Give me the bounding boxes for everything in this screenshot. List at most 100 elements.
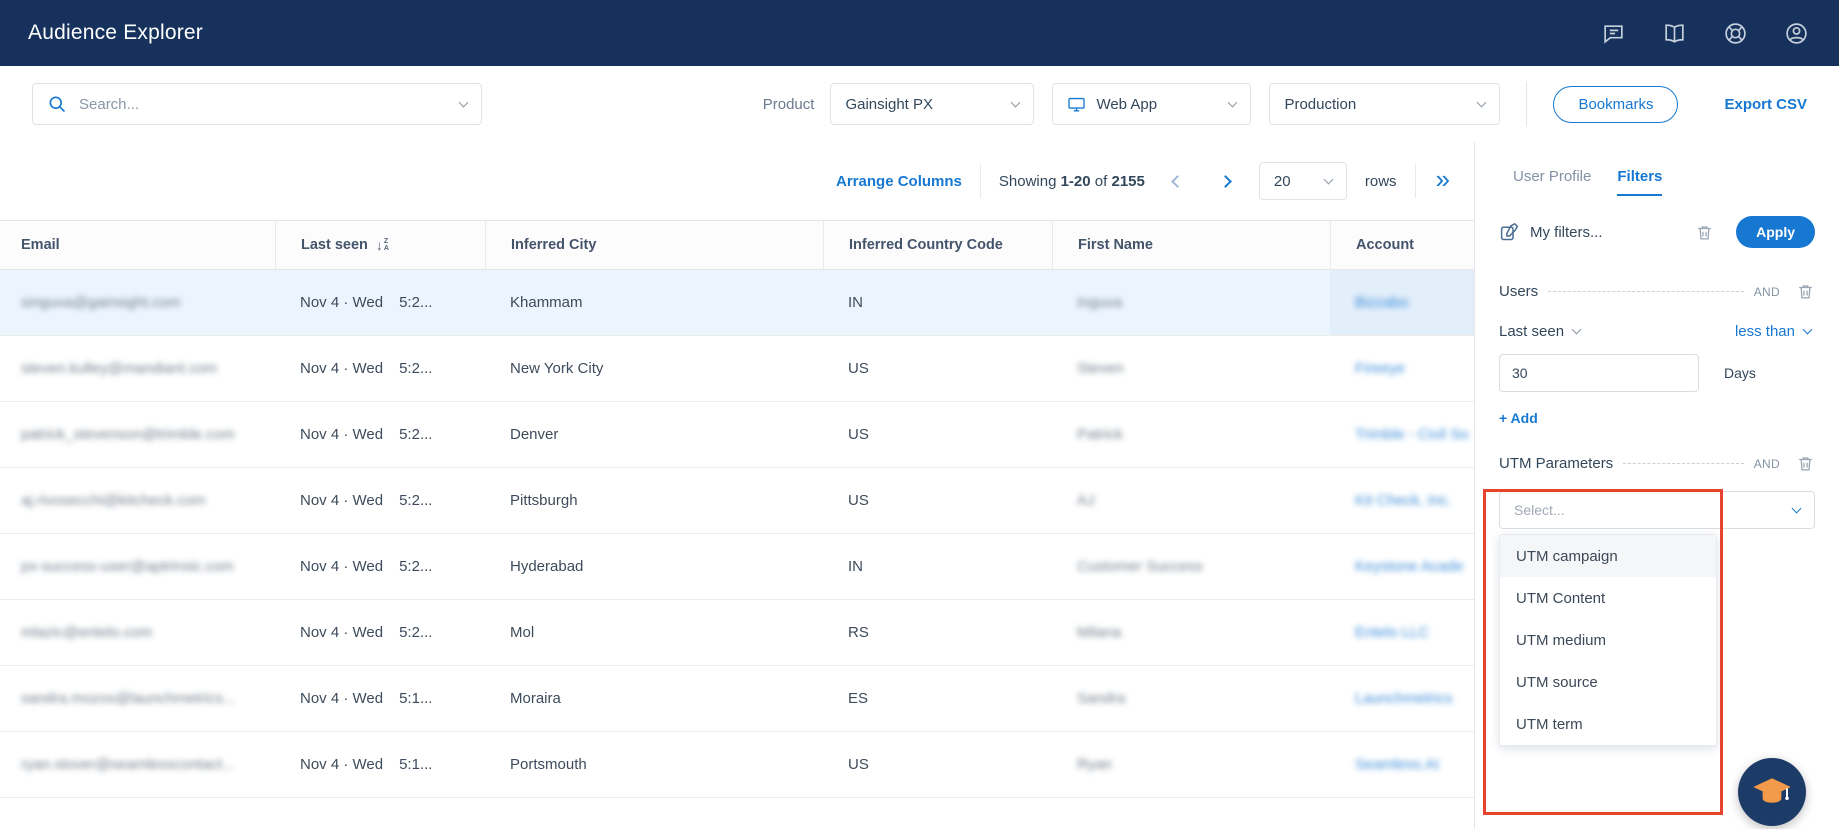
inferred-city-value: Hyderabad bbox=[485, 534, 823, 599]
last-seen-date: Nov 4 · Wed bbox=[300, 294, 383, 311]
email-value: px-success-user@aptrinsic.com bbox=[21, 558, 234, 575]
chevron-down-icon bbox=[1803, 325, 1813, 335]
sort-desc-icon[interactable]: ↓ZA bbox=[376, 237, 389, 253]
account-link[interactable]: Fireeye bbox=[1355, 360, 1405, 377]
my-filters-row: My filters... Apply bbox=[1499, 216, 1815, 248]
tab-user-profile[interactable]: User Profile bbox=[1513, 168, 1591, 196]
table-row[interactable]: singuva@gainsight.com Nov 4 · Wed 5:2...… bbox=[0, 270, 1474, 336]
column-header-inferred-city[interactable]: Inferred City bbox=[485, 221, 823, 269]
column-header-last-seen[interactable]: Last seen ↓ZA bbox=[275, 221, 485, 269]
account-link[interactable]: Seamless.AI bbox=[1355, 756, 1439, 773]
community-icon[interactable] bbox=[1723, 21, 1748, 46]
delete-users-group-icon[interactable] bbox=[1796, 282, 1815, 301]
account-link[interactable]: Trimble - Civil So bbox=[1355, 426, 1469, 443]
bookmarks-button[interactable]: Bookmarks bbox=[1553, 86, 1678, 123]
profile-icon[interactable] bbox=[1784, 21, 1809, 46]
utm-field-select[interactable]: Select... bbox=[1499, 491, 1815, 529]
last-seen-time: 5:2... bbox=[399, 624, 432, 641]
chevron-down-icon bbox=[1477, 97, 1487, 107]
unit-label: Days bbox=[1724, 365, 1756, 381]
delete-filters-icon[interactable] bbox=[1695, 223, 1714, 242]
account-link[interactable]: Kit Check, Inc. bbox=[1355, 492, 1452, 509]
users-filter-value-row: Days bbox=[1499, 354, 1815, 392]
inferred-city-value: Pittsburgh bbox=[485, 468, 823, 533]
filter-value-input[interactable] bbox=[1499, 354, 1699, 392]
column-header-inferred-country-code[interactable]: Inferred Country Code bbox=[823, 221, 1052, 269]
inferred-country-code-value: IN bbox=[823, 270, 1052, 335]
sidebar-tabs: User Profile Filters bbox=[1513, 168, 1815, 196]
table-row[interactable]: ryan.stover@seamlesscontact... Nov 4 · W… bbox=[0, 732, 1474, 798]
utm-option[interactable]: UTM medium bbox=[1500, 619, 1716, 661]
arrange-columns-link[interactable]: Arrange Columns bbox=[836, 173, 962, 190]
utm-option[interactable]: UTM campaign bbox=[1500, 535, 1716, 577]
edit-filters-icon[interactable] bbox=[1499, 222, 1520, 243]
condition-select[interactable]: less than bbox=[1735, 323, 1811, 340]
table-row[interactable]: aj.rivosecchi@kitcheck.com Nov 4 · Wed 5… bbox=[0, 468, 1474, 534]
export-csv-link[interactable]: Export CSV bbox=[1724, 96, 1807, 113]
email-value: aj.rivosecchi@kitcheck.com bbox=[21, 492, 205, 509]
collapse-panel-icon[interactable]: » bbox=[1434, 166, 1456, 196]
column-header-account[interactable]: Account bbox=[1330, 221, 1474, 269]
utm-options-dropdown: UTM campaign UTM Content UTM medium UTM … bbox=[1499, 534, 1717, 746]
delete-utm-group-icon[interactable] bbox=[1796, 454, 1815, 473]
account-link[interactable]: Entelo LLC bbox=[1355, 624, 1429, 641]
my-filters-label[interactable]: My filters... bbox=[1530, 224, 1603, 241]
inferred-country-code-value: US bbox=[823, 336, 1052, 401]
environment-value: Production bbox=[1284, 96, 1468, 113]
account-link[interactable]: Keystone Acade bbox=[1355, 558, 1463, 575]
chat-icon[interactable] bbox=[1601, 21, 1626, 46]
utm-option[interactable]: UTM source bbox=[1500, 661, 1716, 703]
table-row[interactable]: patrick_stevenson@trimble.com Nov 4 · We… bbox=[0, 402, 1474, 468]
inferred-city-value: Portsmouth bbox=[485, 732, 823, 797]
search-input[interactable] bbox=[79, 96, 448, 113]
first-name-value: Steven bbox=[1077, 360, 1124, 377]
controls-divider bbox=[980, 164, 981, 198]
group-divider bbox=[1548, 291, 1744, 292]
chevron-down-icon bbox=[1572, 325, 1582, 335]
utm-option[interactable]: UTM Content bbox=[1500, 577, 1716, 619]
prev-page-button[interactable] bbox=[1163, 166, 1193, 196]
first-name-value: Ryan bbox=[1077, 756, 1112, 773]
product-label: Product bbox=[763, 96, 815, 113]
table-controls: Arrange Columns Showing 1-20 of 2155 20 … bbox=[0, 142, 1474, 220]
add-filter-link[interactable]: + Add bbox=[1499, 410, 1538, 426]
last-seen-date: Nov 4 · Wed bbox=[300, 690, 383, 707]
app-header: Audience Explorer bbox=[0, 0, 1839, 66]
academy-fab-button[interactable] bbox=[1738, 758, 1806, 826]
environment-select[interactable]: Production bbox=[1269, 83, 1500, 125]
column-header-first-name[interactable]: First Name bbox=[1052, 221, 1330, 269]
toolbar-divider bbox=[1526, 81, 1527, 127]
showing-text: Showing 1-20 of 2155 bbox=[999, 173, 1145, 190]
header-icons bbox=[1601, 21, 1809, 46]
and-operator-label[interactable]: AND bbox=[1754, 285, 1780, 299]
page-size-value: 20 bbox=[1274, 173, 1315, 190]
account-link[interactable]: Launchmetrics bbox=[1355, 690, 1453, 707]
column-header-email[interactable]: Email bbox=[0, 221, 275, 269]
table-row[interactable]: px-success-user@aptrinsic.com Nov 4 · We… bbox=[0, 534, 1474, 600]
account-link[interactable]: Bizzabo bbox=[1355, 294, 1408, 311]
chevron-down-icon[interactable] bbox=[459, 97, 469, 107]
docs-icon[interactable] bbox=[1662, 21, 1687, 46]
utm-option[interactable]: UTM term bbox=[1500, 703, 1716, 745]
controls-divider bbox=[1415, 164, 1416, 198]
next-page-button[interactable] bbox=[1211, 166, 1241, 196]
page-size-select[interactable]: 20 bbox=[1259, 162, 1347, 200]
search-box[interactable] bbox=[32, 83, 482, 125]
table-row[interactable]: mlazic@entelo.com Nov 4 · Wed 5:2... Mol… bbox=[0, 600, 1474, 666]
table-body: singuva@gainsight.com Nov 4 · Wed 5:2...… bbox=[0, 270, 1474, 798]
and-operator-label[interactable]: AND bbox=[1754, 457, 1780, 471]
users-filter-group-header: Users AND bbox=[1499, 282, 1815, 301]
field-select[interactable]: Last seen bbox=[1499, 323, 1580, 340]
email-value: ryan.stover@seamlesscontact... bbox=[21, 756, 235, 773]
email-value: singuva@gainsight.com bbox=[21, 294, 180, 311]
table-row[interactable]: sandra.mozos@launchmetrics... Nov 4 · We… bbox=[0, 666, 1474, 732]
apply-button[interactable]: Apply bbox=[1736, 216, 1815, 248]
app-value: Web App bbox=[1096, 96, 1219, 113]
table-row[interactable]: steven.kulley@mandiant.com Nov 4 · Wed 5… bbox=[0, 336, 1474, 402]
last-seen-date: Nov 4 · Wed bbox=[300, 426, 383, 443]
app-select[interactable]: Web App bbox=[1052, 83, 1251, 125]
last-seen-date: Nov 4 · Wed bbox=[300, 558, 383, 575]
chevron-down-icon bbox=[1323, 174, 1333, 184]
product-select[interactable]: Gainsight PX bbox=[830, 83, 1034, 125]
tab-filters[interactable]: Filters bbox=[1617, 168, 1662, 196]
